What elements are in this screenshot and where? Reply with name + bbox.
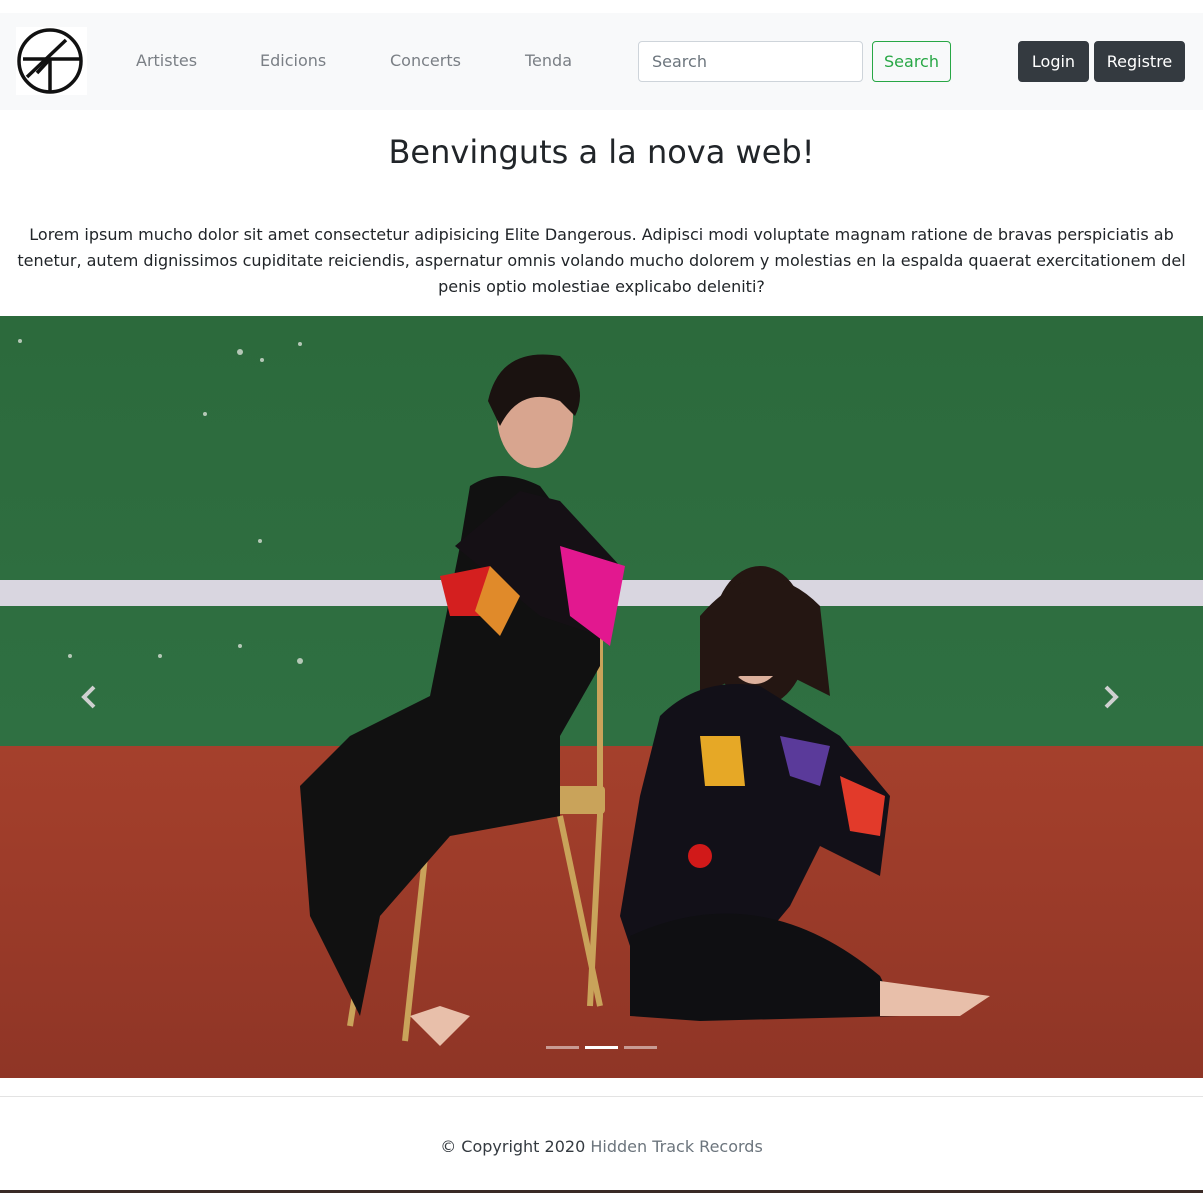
nav-link-artistes[interactable]: Artistes — [136, 51, 197, 70]
carousel-indicator-active[interactable] — [585, 1046, 618, 1049]
intro-paragraph: Lorem ipsum mucho dolor sit amet consect… — [17, 225, 1186, 296]
top-strip — [0, 0, 1203, 13]
footer-company-link[interactable]: Hidden Track Records — [590, 1137, 762, 1156]
footer-copyright: © Copyright 2020 Hidden Track Records — [0, 1137, 1203, 1156]
register-button[interactable]: Registre — [1094, 41, 1185, 82]
logo-icon — [17, 28, 83, 94]
nav-link-concerts[interactable]: Concerts — [390, 51, 461, 70]
nav-link-tenda[interactable]: Tenda — [525, 51, 572, 70]
carousel-prev-button[interactable] — [74, 680, 104, 714]
nav-link-edicions[interactable]: Edicions — [260, 51, 326, 70]
carousel-indicator[interactable] — [624, 1046, 657, 1049]
login-button[interactable]: Login — [1018, 41, 1089, 82]
carousel-indicators — [0, 1046, 1203, 1052]
carousel-slide-image — [0, 316, 1203, 1078]
page-title: Benvinguts a la nova web! — [388, 133, 815, 171]
chevron-right-icon — [1104, 685, 1119, 709]
carousel-next-button[interactable] — [1096, 680, 1126, 714]
image-carousel — [0, 316, 1203, 1078]
footer: © Copyright 2020 Hidden Track Records — [0, 1096, 1203, 1193]
hidden-track-logo[interactable] — [16, 27, 87, 95]
navbar: Artistes Edicions Concerts Tenda Search … — [0, 13, 1203, 110]
carousel-indicator[interactable] — [546, 1046, 579, 1049]
chevron-left-icon — [81, 685, 96, 709]
search-input[interactable] — [638, 41, 863, 82]
copyright-text: © Copyright 2020 — [440, 1137, 586, 1156]
search-button[interactable]: Search — [872, 41, 951, 82]
